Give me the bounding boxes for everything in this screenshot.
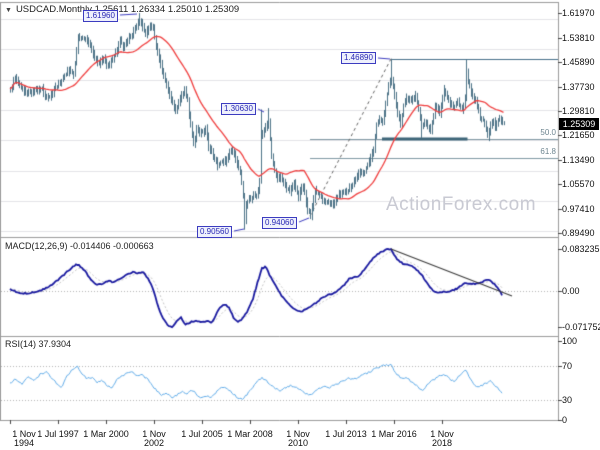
price-axis-label: 1.61970 [562,8,595,18]
fib-level-label: 50.0 [540,127,556,137]
collapse-chart-icon[interactable]: ▼ [5,7,12,14]
rsi-axis-label: 70 [562,361,573,372]
date-axis-label: 1 Mar 2000 [83,429,129,439]
price-axis-label: 1.29810 [562,105,595,116]
date-axis-label: 1 Nov 2010 [286,429,310,448]
price-axis-label: 1.53810 [562,32,595,43]
date-axis-label: 1 Mar 2016 [371,429,417,439]
macd-indicator-label: MACD(12,26,9) -0.014406 -0.000663 [5,241,154,251]
symbol-period-ohlc-title: USDCAD.Monthly 1.25611 1.26334 1.25010 1… [15,4,240,15]
price-axis-label: 0.97410 [562,203,595,214]
price-annotation-box[interactable]: 0.90560 [197,226,232,238]
price-axis-label: 1.13490 [562,155,595,166]
current-price-badge: 1.25309 [559,118,599,131]
rsi-axis-label: 30 [562,394,573,405]
date-axis-label: 1 Jul 2013 [325,429,367,439]
chart-legend: ▼ USDCAD.Monthly 1.25611 1.26334 1.25010 … [5,4,239,15]
price-annotation-box[interactable]: 0.94060 [262,217,297,229]
date-axis-label: 1 Nov 2018 [430,429,454,448]
date-axis-label: 1 Jul 1997 [37,429,79,439]
rsi-axis-label: 100 [562,336,578,346]
price-axis-label: 1.45890 [562,56,595,67]
macd-axis-label: 0.083235 [562,243,600,254]
fib-level-label: 61.8 [540,146,556,156]
price-annotation-box[interactable]: 1.30630 [221,103,256,115]
date-axis-label: 1 Nov 2002 [142,429,166,448]
watermark: ActionForex.com [386,194,537,215]
date-axis-label: 1 Jul 2005 [181,429,223,439]
date-axis-label: 1 Mar 2008 [227,429,273,439]
price-axis-label: 1.37730 [562,81,595,92]
macd-axis-label: -0.071752 [562,322,600,333]
price-annotation-box[interactable]: 1.46890 [341,52,376,64]
rsi-axis-label: 0 [562,415,568,425]
chart-canvas[interactable] [0,0,600,450]
price-axis-label: 0.89490 [562,227,595,238]
forex-chart-window: ▼ USDCAD.Monthly 1.25611 1.26334 1.25010 … [0,0,600,450]
price-axis-label: 1.21650 [562,130,595,141]
price-annotation-box[interactable]: 1.61960 [83,10,118,22]
price-axis-label: 1.05570 [562,179,595,190]
macd-axis-label: 0.00 [562,286,580,296]
rsi-indicator-label: RSI(14) 37.9304 [5,339,72,349]
